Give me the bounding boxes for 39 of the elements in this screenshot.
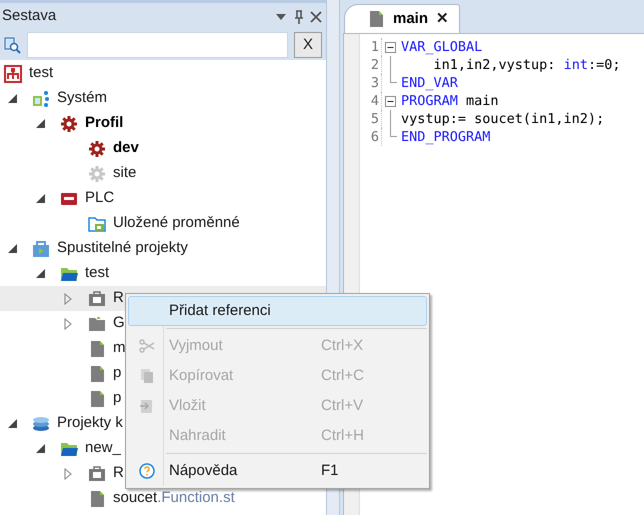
line-number: 2	[360, 56, 382, 74]
tree-item-label: R	[113, 288, 124, 308]
code-line: END_PROGRAM	[400, 128, 490, 146]
shortcut-label: F1	[321, 460, 339, 481]
menu-item-label: Přidat referenci	[169, 300, 272, 321]
tree-item-label: Systém	[57, 88, 108, 108]
code-line: PROGRAM main	[400, 92, 499, 110]
tree-item-label: test	[85, 263, 110, 284]
tree-item-label: new_	[85, 438, 121, 458]
tree-item-label: soucet.Function.st	[113, 488, 235, 508]
line-number: 3	[360, 74, 382, 92]
line-number: 5	[360, 110, 382, 128]
menu-item-label: Vyjmout	[169, 336, 224, 356]
tree-item-label: test	[29, 63, 54, 84]
menu-item-label: Nahradit	[169, 426, 227, 446]
tree-item-label: Projekty k	[57, 413, 123, 434]
tree-item-label: dev	[113, 138, 139, 158]
panel-title: Sestava	[2, 6, 58, 26]
tree-item-label: p	[113, 388, 122, 408]
code-line: vystup:= soucet(in1,in2);	[400, 110, 604, 128]
menu-item-label: Nápověda	[169, 460, 238, 481]
line-number: 1	[360, 38, 382, 56]
tree-item-label: Uložené proměnné	[113, 213, 240, 234]
code-line: in1,in2,vystup: int:=0;	[432, 56, 620, 74]
tree-item-label: G	[113, 313, 125, 334]
line-number: 6	[360, 128, 382, 146]
tree-item-label: Spustitelné projekty	[57, 238, 188, 258]
tab-label: main	[393, 8, 428, 29]
tree-item-label: Profil	[85, 113, 124, 134]
tree-item-label: m	[113, 338, 126, 358]
line-number: 4	[360, 92, 382, 110]
tree-item-label: PLC	[85, 188, 114, 208]
menu-item-label: Kopírovat	[169, 366, 234, 386]
code-line: END_VAR	[400, 74, 458, 92]
menu-item-label: Vložit	[169, 396, 207, 416]
tree-item-label: site	[113, 163, 136, 184]
tree-item-label: R	[113, 463, 124, 484]
code-line: VAR_GLOBAL	[400, 38, 482, 56]
tree-item-label: p	[113, 363, 122, 384]
